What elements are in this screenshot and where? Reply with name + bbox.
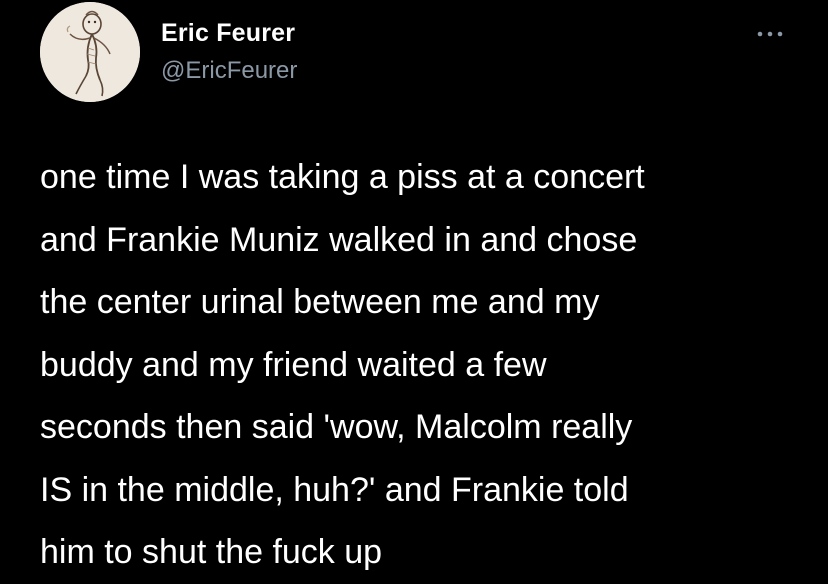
tweet-text-line: IS in the middle, huh?' and Frankie told — [40, 470, 629, 509]
tweet-text-line: seconds then said 'wow, Malcolm really — [40, 408, 633, 446]
tweet-text: one time I was taking a piss at a concer… — [40, 146, 820, 584]
tweet-text-line: the center urinal between me and my — [40, 283, 600, 321]
tweet-text-line: one time I was taking a piss at a concer… — [40, 158, 645, 196]
tweet-text-line: and Frankie Muniz walked in and chose — [40, 220, 638, 259]
sketch-figure-avatar-icon — [40, 2, 140, 102]
ellipsis-icon — [757, 31, 783, 37]
more-options-button[interactable] — [750, 22, 790, 46]
author-display-name[interactable]: Eric Feurer — [161, 18, 297, 48]
author-avatar[interactable] — [40, 2, 140, 102]
tweet-text-line: him to shut the fuck up — [40, 533, 383, 571]
tweet-text-line: buddy and my friend waited a few — [40, 345, 547, 384]
author-info: Eric Feurer @EricFeurer — [161, 18, 297, 86]
tweet-card: Eric Feurer @EricFeurer one time I was t… — [0, 0, 828, 577]
author-handle[interactable]: @EricFeurer — [161, 56, 297, 86]
